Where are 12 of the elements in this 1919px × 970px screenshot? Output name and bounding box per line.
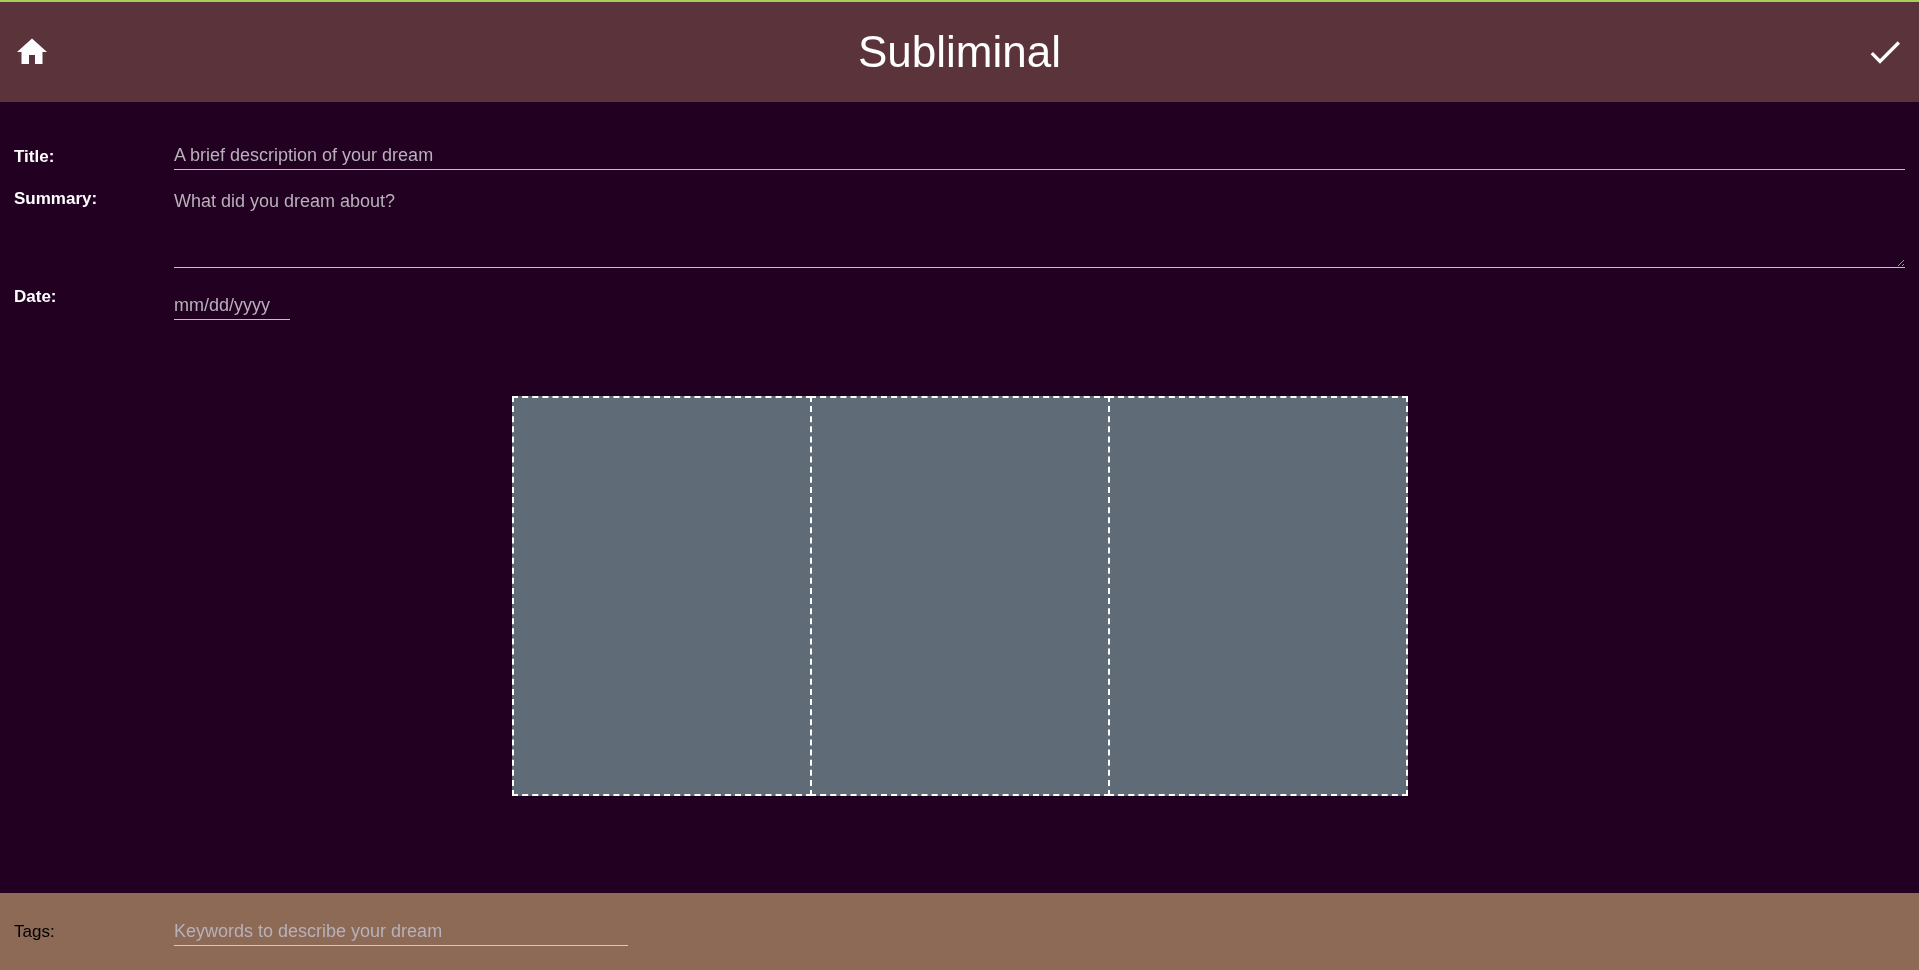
app-title: Subliminal — [858, 26, 1061, 78]
summary-field[interactable]: What did you dream about? — [174, 184, 1905, 268]
field-label: Summary: — [14, 188, 99, 210]
date-field[interactable]: mm/dd/yyyy — [174, 292, 290, 320]
tags-label: Tags: — [14, 920, 56, 943]
image-drop-zone[interactable] — [809, 396, 1110, 796]
field-label: Title: — [14, 146, 56, 168]
tags-field[interactable]: Keywords to describe your dream — [174, 917, 628, 946]
image-drop-zone[interactable] — [1107, 396, 1408, 796]
field-label: Date: — [14, 286, 58, 308]
image-drop-zone[interactable] — [511, 396, 812, 796]
title-field[interactable]: A brief description of your dream — [174, 142, 1905, 170]
